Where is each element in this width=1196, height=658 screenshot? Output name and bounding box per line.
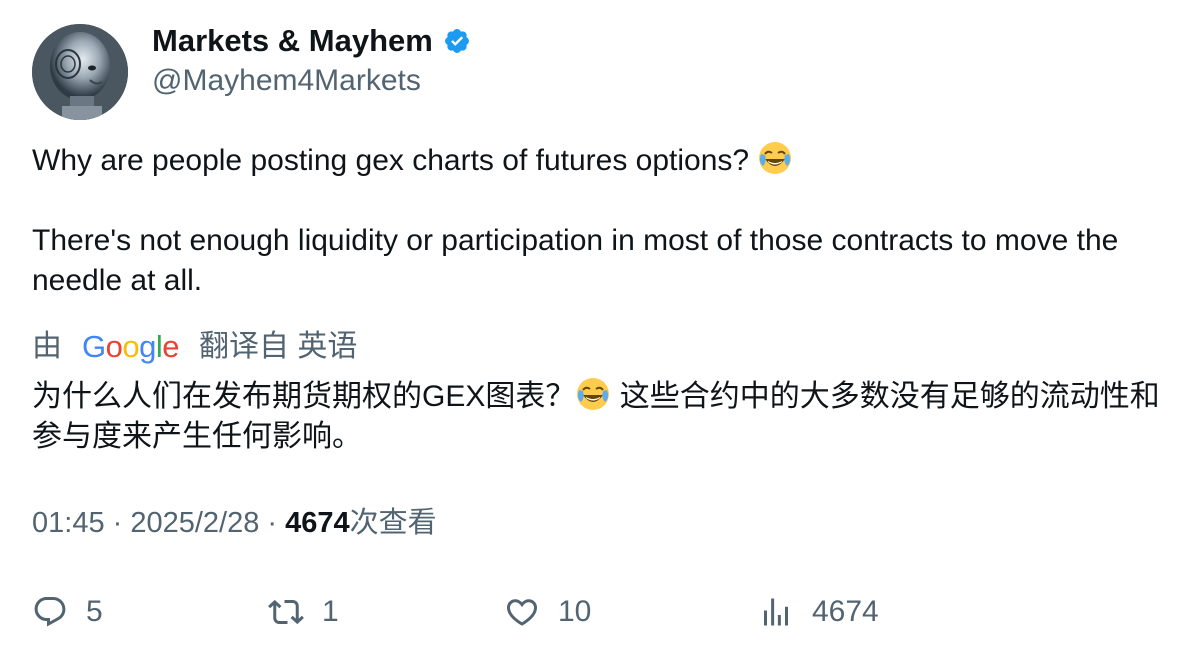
meta-separator: · [104, 507, 131, 539]
tweet-line-1: Why are people posting gex charts of fut… [32, 140, 1162, 181]
author-handle[interactable]: @Mayhem4Markets [152, 62, 421, 100]
meta-separator: · [259, 507, 286, 539]
translated-text: 为什么人们在发布期货期权的GEX图表？ 这些合约中的大多数没有足够的流动性和参与… [32, 376, 1162, 457]
retweet-button[interactable]: 1 [268, 590, 339, 634]
action-bar: 5 1 10 4674 [32, 590, 1162, 634]
retweet-icon [268, 599, 304, 625]
face-with-tears-of-joy-emoji [759, 142, 792, 174]
tweet-line-1-text: Why are people posting gex charts of fut… [32, 144, 758, 177]
views-action-count: 4674 [812, 595, 879, 628]
reply-button[interactable]: 5 [32, 590, 103, 634]
robot-avatar-image [32, 24, 128, 120]
verified-badge-icon[interactable] [443, 27, 471, 55]
translated-text-part-1: 为什么人们在发布期货期权的GEX图表？ [32, 380, 576, 413]
heart-icon [506, 599, 538, 626]
views-chart-icon [764, 598, 788, 626]
tweet-date[interactable]: 2025/2/28 [130, 507, 259, 539]
avatar[interactable] [32, 24, 128, 120]
like-button[interactable]: 10 [504, 590, 591, 634]
views-button[interactable]: 4674 [758, 590, 879, 634]
face-with-tears-of-joy-emoji [577, 378, 610, 410]
google-logo[interactable]: Google [82, 326, 180, 368]
tweet-time[interactable]: 01:45 [32, 507, 105, 539]
tweet-meta: 01:45 · 2025/2/28 · 4674次查看 [32, 503, 437, 543]
display-name-text: Markets & Mayhem [152, 23, 433, 58]
translation-attribution: 由 Google 翻译自 英语 [32, 326, 357, 368]
retweet-count: 1 [322, 595, 339, 628]
reply-icon [34, 597, 66, 627]
translation-prefix: 由 [32, 330, 62, 363]
tweet-line-2: There's not enough liquidity or particip… [32, 224, 1119, 297]
tweet-text: Why are people posting gex charts of fut… [32, 140, 1162, 301]
translation-suffix: 翻译自 英语 [199, 330, 358, 363]
reply-count: 5 [86, 595, 103, 628]
like-count: 10 [558, 595, 592, 628]
views-count: 4674 [285, 507, 350, 539]
author-display-name[interactable]: Markets & Mayhem [152, 22, 471, 60]
views-label: 次查看 [349, 507, 437, 539]
